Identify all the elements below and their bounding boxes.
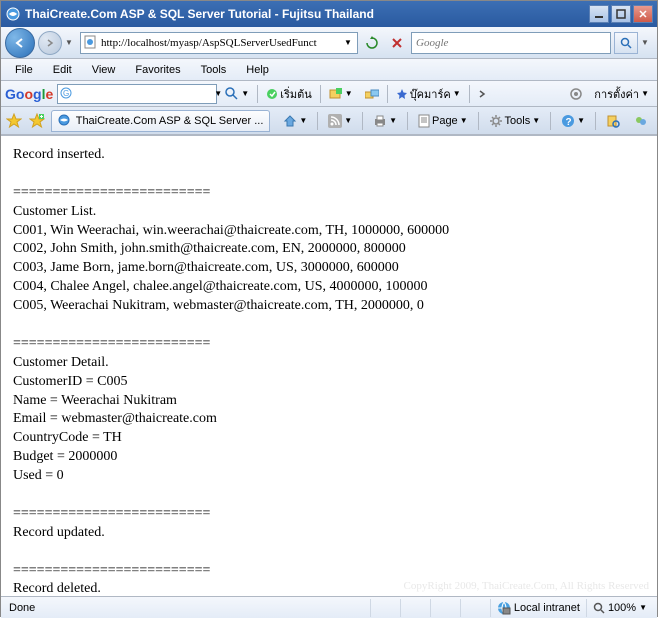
home-button[interactable]: ▼ [278,110,312,132]
svg-text:?: ? [566,117,572,128]
search-dropdown[interactable]: ▼ [641,38,653,47]
back-button[interactable] [5,28,35,58]
zoom-icon [593,602,605,614]
add-favorites-button[interactable] [28,111,47,131]
search-box[interactable] [411,32,611,54]
tools-menu-button[interactable]: Tools▼ [484,110,546,132]
ie-logo-icon [5,6,21,22]
intranet-icon [497,601,511,615]
svg-text:G: G [63,89,69,98]
maximize-button[interactable] [611,5,631,23]
google-g-icon: G [60,87,72,101]
tab-bar: ThaiCreate.Com ASP & SQL Server ... ▼ ▼ … [1,107,657,135]
google-new-button[interactable]: ▼ [325,86,357,102]
url-dropdown[interactable]: ▼ [341,38,355,47]
google-status-icon[interactable] [566,86,586,102]
tab-title: ThaiCreate.Com ASP & SQL Server ... [76,115,264,127]
google-go-button[interactable]: ▼ [221,85,253,103]
print-button[interactable]: ▼ [368,110,402,132]
menu-tools[interactable]: Tools [191,62,237,78]
page-menu-button[interactable]: Page▼ [413,110,473,132]
feeds-button[interactable]: ▼ [323,110,357,132]
status-bar: Done Local intranet 100% ▼ [1,596,657,618]
menu-edit[interactable]: Edit [43,62,82,78]
status-cell-3 [430,599,460,617]
browser-tab[interactable]: ThaiCreate.Com ASP & SQL Server ... [51,110,271,132]
menu-help[interactable]: Help [236,62,279,78]
google-logo: Google [5,86,53,102]
url-input[interactable] [101,37,341,49]
menu-bar: File Edit View Favorites Tools Help [1,59,657,81]
status-text: Done [5,602,370,614]
menu-file[interactable]: File [5,62,43,78]
menu-view[interactable]: View [82,62,126,78]
status-cell-1 [370,599,400,617]
research-button[interactable] [601,110,625,132]
search-input[interactable] [412,37,610,49]
google-settings-button[interactable]: การตั้งค่า▼ [590,83,653,105]
status-cell-4 [460,599,490,617]
stop-button[interactable] [386,32,408,54]
google-search-box[interactable]: G ▼ [57,84,217,104]
nav-toolbar: ▼ ▼ ▼ [1,27,657,59]
google-more-button[interactable] [474,86,490,102]
page-content: Record inserted. =======================… [1,136,657,596]
tab-page-icon [58,114,72,128]
google-toolbar: Google G ▼ ▼ เริ่มต้น ▼ บุ๊คมาร์ค▼ การตั… [1,81,657,107]
address-bar[interactable]: ▼ [80,32,358,54]
google-bookmarks-button[interactable]: บุ๊คมาร์ค▼ [392,83,465,105]
refresh-button[interactable] [361,32,383,54]
google-share-button[interactable] [361,86,383,102]
watermark-text: CopyRight 2009, ThaiCreate.Com, All Righ… [404,580,649,592]
content-area: Record inserted. =======================… [1,135,657,596]
menu-favorites[interactable]: Favorites [125,62,190,78]
nav-history-dropdown[interactable]: ▼ [65,38,77,47]
close-button[interactable] [633,5,653,23]
help-button[interactable]: ?▼ [556,110,590,132]
favorites-star-button[interactable] [5,111,24,131]
zoom-control[interactable]: 100% ▼ [586,599,653,617]
messenger-button[interactable] [629,110,653,132]
forward-button[interactable] [38,31,62,55]
minimize-button[interactable] [589,5,609,23]
google-start-button[interactable]: เริ่มต้น [262,83,316,105]
search-button[interactable] [614,32,638,54]
security-zone[interactable]: Local intranet [490,599,586,617]
status-cell-2 [400,599,430,617]
window-title: ThaiCreate.Com ASP & SQL Server Tutorial… [25,7,589,21]
page-icon [83,35,99,51]
window-titlebar: ThaiCreate.Com ASP & SQL Server Tutorial… [1,1,657,27]
google-search-input[interactable] [72,88,214,100]
